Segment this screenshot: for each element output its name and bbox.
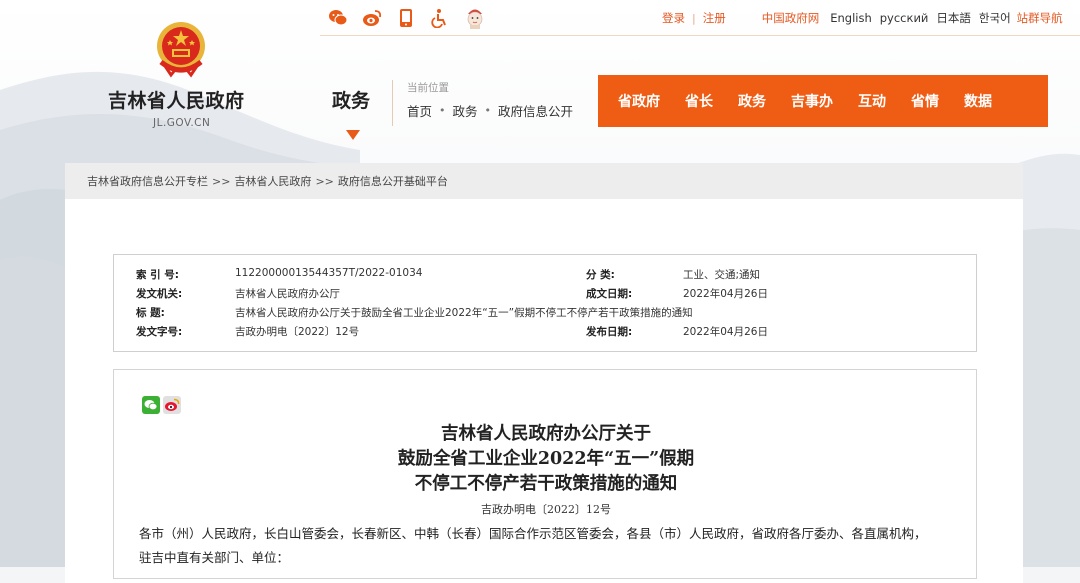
- section-title: 政务: [332, 90, 371, 112]
- category-label: 分 类:: [586, 269, 615, 281]
- login-link[interactable]: 登录: [662, 10, 685, 26]
- topbar-divider: [320, 35, 1080, 36]
- issuer-label: 发文机关:: [136, 288, 183, 300]
- nav-item-interaction[interactable]: 互动: [858, 91, 886, 111]
- publish-date-label: 发布日期:: [586, 326, 633, 338]
- crumb-home[interactable]: 首页: [407, 101, 432, 120]
- crumb-government-affairs[interactable]: 政务: [453, 101, 478, 120]
- emblem-icon[interactable]: [155, 20, 207, 78]
- breadcrumb-item-info-column[interactable]: 吉林省政府信息公开专栏: [87, 173, 208, 189]
- site-title[interactable]: 吉林省人民政府: [108, 86, 245, 113]
- location-label: 当前位置: [407, 82, 449, 94]
- publish-date-value: 2022年04月26日: [683, 326, 768, 338]
- weibo-icon[interactable]: [362, 8, 382, 28]
- share-weibo-icon[interactable]: [163, 396, 181, 414]
- main-nav: 省政府 省长 政务 吉事办 互动 省情 数据: [598, 75, 1048, 127]
- document-metadata: 索 引 号: 11220000013544357T/2022-01034 分 类…: [113, 254, 977, 352]
- site-domain: JL.GOV.CN: [153, 117, 211, 129]
- article-title-line: 吉林省人民政府办公厅关于: [441, 424, 651, 444]
- meta-row: 标 题: 吉林省人民政府办公厅关于鼓励全省工业企业2022年“五一”假期不停工不…: [114, 305, 976, 321]
- breadcrumb: 吉林省政府信息公开专栏 >> 吉林省人民政府 >> 政府信息公开基础平台: [65, 163, 1023, 199]
- weixin-icon[interactable]: [328, 8, 348, 28]
- index-label: 索 引 号:: [136, 269, 180, 281]
- article-paragraph: 驻吉中直有关部门、单位：: [139, 550, 290, 565]
- nav-item-province-info[interactable]: 省情: [911, 91, 939, 111]
- english-link[interactable]: English: [830, 11, 872, 25]
- japanese-link[interactable]: 日本語: [936, 10, 971, 26]
- location-breadcrumb: 首页 • 政务 • 政府信息公开: [407, 101, 573, 120]
- article-body: 吉林省人民政府办公厅关于 鼓励全省工业企业2022年“五一”假期 不停工不停产若…: [113, 369, 977, 579]
- breadcrumb-item-provincial-government[interactable]: 吉林省人民政府: [234, 173, 311, 189]
- korean-link[interactable]: 한국어: [979, 10, 1011, 26]
- category-value: 工业、交通;通知: [683, 269, 761, 281]
- mobile-icon[interactable]: [396, 8, 416, 28]
- share-weixin-icon[interactable]: [142, 396, 160, 414]
- nav-item-government-affairs[interactable]: 政务: [738, 91, 766, 111]
- article-doc-number: 吉政办明电〔2022〕12号: [481, 503, 611, 516]
- top-links: 登录 | 注册 中国政府网 English русский 日本語 한국어 站群…: [662, 10, 1063, 26]
- doc-number-label: 发文字号:: [136, 326, 183, 338]
- article-text: 各市（州）人民政府，长白山管委会，长春新区、中韩（长春）国际合作示范区管委会，各…: [139, 522, 959, 570]
- article-title-line: 不停工不停产若干政策措施的通知: [414, 474, 678, 494]
- cn-gov-link[interactable]: 中国政府网: [762, 10, 820, 26]
- section-arrow-icon: [346, 130, 360, 140]
- article-title: 吉林省人民政府办公厅关于 鼓励全省工业企业2022年“五一”假期 不停工不停产若…: [114, 422, 978, 497]
- nav-item-provincial-government[interactable]: 省政府: [618, 91, 660, 111]
- index-value: 11220000013544357T/2022-01034: [235, 267, 423, 279]
- doc-number-value: 吉政办明电〔2022〕12号: [235, 326, 360, 338]
- article-paragraph: 各市（州）人民政府，长白山管委会，长春新区、中韩（长春）国际合作示范区管委会，各…: [139, 526, 927, 541]
- header-divider: [392, 80, 393, 126]
- breadcrumb-item-platform[interactable]: 政府信息公开基础平台: [338, 173, 448, 189]
- meta-row: 发文机关: 吉林省人民政府办公厅 成文日期: 2022年04月26日: [114, 286, 976, 302]
- nav-item-data[interactable]: 数据: [964, 91, 992, 111]
- crumb-info-disclosure[interactable]: 政府信息公开: [498, 101, 573, 120]
- written-date-value: 2022年04月26日: [683, 288, 768, 300]
- nav-item-jishiban[interactable]: 吉事办: [791, 91, 833, 111]
- issuer-value: 吉林省人民政府办公厅: [235, 288, 340, 300]
- title-value: 吉林省人民政府办公厅关于鼓励全省工业企业2022年“五一”假期不停工不停产若干政…: [235, 307, 693, 319]
- meta-row: 索 引 号: 11220000013544357T/2022-01034 分 类…: [114, 267, 976, 283]
- mascot-icon[interactable]: [464, 6, 486, 30]
- meta-row: 发文字号: 吉政办明电〔2022〕12号 发布日期: 2022年04月26日: [114, 324, 976, 340]
- title-label: 标 题:: [136, 307, 165, 319]
- written-date-label: 成文日期:: [586, 288, 633, 300]
- nav-item-governor[interactable]: 省长: [685, 91, 713, 111]
- top-icon-group: [328, 6, 486, 30]
- article-title-line: 鼓励全省工业企业2022年“五一”假期: [397, 449, 695, 469]
- register-link[interactable]: 注册: [703, 10, 726, 26]
- russian-link[interactable]: русский: [880, 11, 929, 25]
- site-nav-link[interactable]: 站群导航: [1017, 10, 1063, 26]
- accessibility-icon[interactable]: [430, 8, 450, 28]
- share-buttons: [142, 396, 181, 414]
